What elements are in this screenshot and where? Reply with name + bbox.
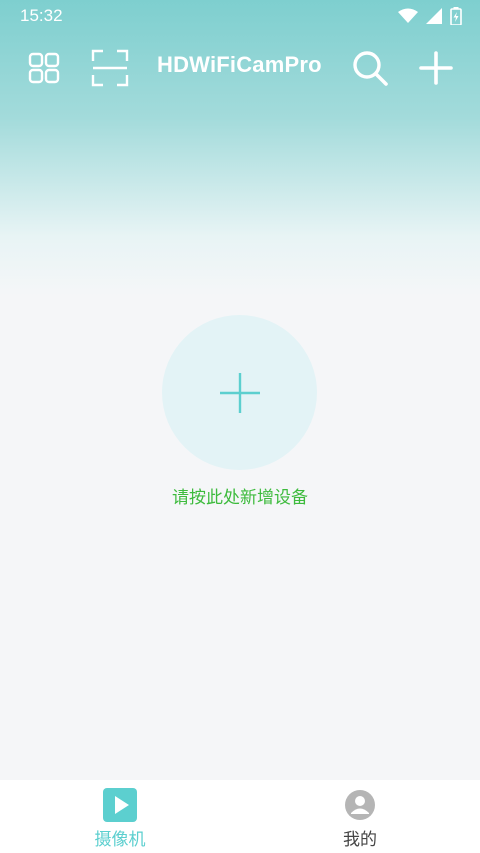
wifi-icon [398, 8, 418, 23]
status-time: 15:32 [20, 6, 63, 25]
add-device-button[interactable] [162, 315, 317, 470]
app-title: HDWiFiCamPro [157, 52, 322, 77]
search-icon[interactable] [350, 48, 390, 88]
status-bar: 15:32 [0, 0, 480, 32]
signal-icon [426, 8, 442, 24]
nav-item-mine[interactable]: 我的 [240, 780, 480, 853]
toolbar: HDWiFiCamPro [0, 40, 480, 96]
grid-icon[interactable] [24, 48, 64, 88]
nav-label-camera: 摄像机 [94, 830, 146, 850]
bottom-nav: 摄像机 我的 [0, 780, 480, 853]
profile-icon [343, 788, 377, 822]
battery-icon [450, 7, 462, 25]
add-plus-icon [219, 372, 260, 413]
camera-play-icon [103, 788, 137, 822]
status-icons [398, 7, 462, 25]
nav-item-camera[interactable]: 摄像机 [0, 780, 240, 853]
nav-label-mine: 我的 [343, 830, 377, 850]
add-device-hint[interactable]: 请按此处新增设备 [0, 483, 480, 508]
scan-icon[interactable] [90, 48, 130, 88]
plus-icon[interactable] [416, 48, 456, 88]
